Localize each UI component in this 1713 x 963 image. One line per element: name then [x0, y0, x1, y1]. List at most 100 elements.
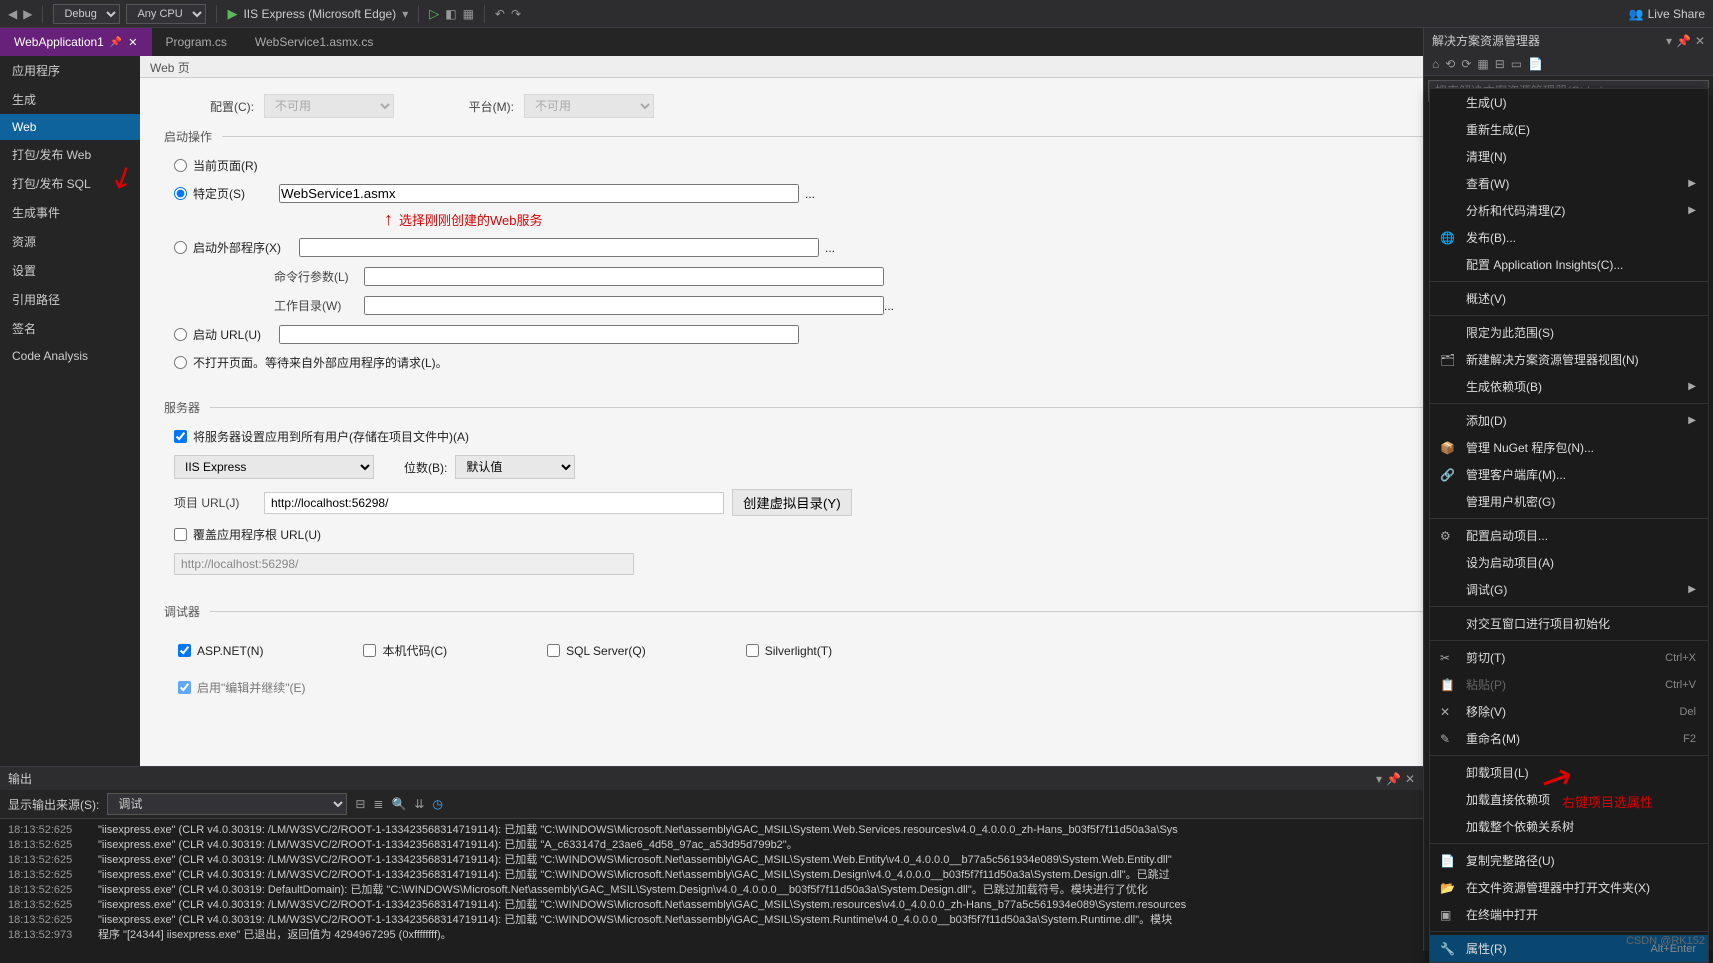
- menu-item[interactable]: 设为启动项目(A): [1430, 549, 1708, 576]
- nav-back-icon[interactable]: ◀: [8, 7, 17, 21]
- toolbar-icon-2[interactable]: ▦: [463, 7, 474, 21]
- redo-icon[interactable]: ↷: [511, 7, 521, 21]
- menu-item[interactable]: ▣在终端中打开: [1430, 901, 1708, 928]
- nav-item-web[interactable]: Web: [0, 114, 140, 140]
- menu-item[interactable]: 添加(D)▶: [1430, 407, 1708, 434]
- menu-item[interactable]: 清理(N): [1430, 143, 1708, 170]
- menu-item[interactable]: ✂剪切(T)Ctrl+X: [1430, 644, 1708, 671]
- menu-item[interactable]: 配置 Application Insights(C)...: [1430, 251, 1708, 278]
- chk-edit-continue[interactable]: [178, 681, 191, 694]
- menu-item[interactable]: 🌐发布(B)...: [1430, 224, 1708, 251]
- radio-no-open[interactable]: [174, 356, 187, 369]
- menu-item[interactable]: ✕移除(V)Del: [1430, 698, 1708, 725]
- play-icon[interactable]: ▶: [227, 6, 237, 22]
- output-timestamp-icon[interactable]: ◷: [432, 797, 442, 811]
- start-noDebug-icon[interactable]: ▷: [429, 6, 439, 22]
- server-type-select[interactable]: IIS Express: [174, 455, 374, 479]
- external-program-input[interactable]: [299, 238, 819, 257]
- autohide-icon[interactable]: 📌: [1676, 34, 1691, 48]
- undo-icon[interactable]: ↶: [495, 7, 505, 21]
- menu-item[interactable]: 生成(U): [1430, 89, 1708, 116]
- nav-item--[interactable]: 资源: [0, 227, 140, 256]
- toolbar-icon-1[interactable]: ◧: [445, 7, 456, 21]
- showall-icon[interactable]: ▦: [1477, 57, 1488, 71]
- viewcode-icon[interactable]: 📄: [1528, 57, 1543, 71]
- properties-icon[interactable]: ▭: [1511, 57, 1522, 71]
- chk-aspnet[interactable]: [178, 644, 191, 657]
- output-clear-icon[interactable]: ⊟: [355, 797, 365, 811]
- radio-specific-page[interactable]: [174, 187, 187, 200]
- collapse-icon[interactable]: ⊟: [1495, 57, 1505, 71]
- output-wrap-icon[interactable]: ≣: [373, 797, 383, 811]
- menu-item[interactable]: 📄复制完整路径(U): [1430, 847, 1708, 874]
- menu-item[interactable]: 📦管理 NuGet 程序包(N)...: [1430, 434, 1708, 461]
- output-autoscroll-icon[interactable]: ⇊: [414, 797, 424, 811]
- menu-item[interactable]: 管理用户机密(G): [1430, 488, 1708, 515]
- menu-item[interactable]: 概述(V): [1430, 285, 1708, 312]
- output-find-icon[interactable]: 🔍: [391, 797, 406, 811]
- run-target-dropdown-icon[interactable]: ▾: [402, 7, 408, 21]
- chk-sql[interactable]: [547, 644, 560, 657]
- workdir-browse-button[interactable]: ...: [884, 299, 894, 313]
- menu-item[interactable]: ✎重命名(M)F2: [1430, 725, 1708, 752]
- refresh-icon[interactable]: ⟳: [1461, 57, 1471, 71]
- nav-item--[interactable]: 生成: [0, 85, 140, 114]
- workdir-input[interactable]: [364, 296, 884, 315]
- close-icon[interactable]: ✕: [1695, 34, 1705, 48]
- chk-silverlight[interactable]: [746, 644, 759, 657]
- output-close-icon[interactable]: ✕: [1405, 772, 1415, 786]
- project-url-input[interactable]: [264, 492, 724, 514]
- menu-item[interactable]: 📂在文件资源管理器中打开文件夹(X): [1430, 874, 1708, 901]
- nav-item--sql[interactable]: 打包/发布 SQL: [0, 169, 140, 198]
- nav-item--[interactable]: 引用路径: [0, 285, 140, 314]
- menu-item[interactable]: 查看(W)▶: [1430, 170, 1708, 197]
- tab-program-cs[interactable]: Program.cs: [152, 28, 241, 56]
- output-pin-icon[interactable]: 📌: [1386, 772, 1401, 786]
- specific-page-browse-button[interactable]: ...: [805, 187, 815, 201]
- live-share-button[interactable]: 👥 Live Share: [1629, 7, 1705, 21]
- pin-icon[interactable]: 📌: [110, 37, 122, 48]
- external-program-browse-button[interactable]: ...: [825, 241, 835, 255]
- menu-item[interactable]: 生成依赖项(B)▶: [1430, 373, 1708, 400]
- radio-external-program[interactable]: [174, 241, 187, 254]
- menu-item[interactable]: 限定为此范围(S): [1430, 319, 1708, 346]
- pin-icon[interactable]: ▾: [1666, 34, 1672, 48]
- cmdline-args-input[interactable]: [364, 267, 884, 286]
- menu-item[interactable]: 🔗管理客户端库(M)...: [1430, 461, 1708, 488]
- config-dropdown[interactable]: Debug: [53, 4, 120, 24]
- nav-item--[interactable]: 应用程序: [0, 56, 140, 85]
- nav-item--web[interactable]: 打包/发布 Web: [0, 140, 140, 169]
- nav-item-code-analysis[interactable]: Code Analysis: [0, 343, 140, 369]
- menu-item[interactable]: 🗂新建解决方案资源管理器视图(N): [1430, 346, 1708, 373]
- specific-page-input[interactable]: [279, 184, 799, 203]
- output-dropdown-icon[interactable]: ▾: [1376, 772, 1382, 786]
- menu-item[interactable]: ⚙配置启动项目...: [1430, 522, 1708, 549]
- tab-webservice1-asmx-cs[interactable]: WebService1.asmx.cs: [241, 28, 387, 56]
- start-url-input[interactable]: [279, 325, 799, 344]
- nav-item--[interactable]: 签名: [0, 314, 140, 343]
- close-icon[interactable]: ✕: [128, 36, 137, 49]
- tab-webapplication1[interactable]: WebApplication1📌✕: [0, 28, 152, 56]
- chk-native[interactable]: [363, 644, 376, 657]
- menu-item[interactable]: 对交互窗口进行项目初始化: [1430, 610, 1708, 637]
- menu-item-label: 加载整个依赖关系树: [1466, 818, 1574, 835]
- sync-icon[interactable]: ⟲: [1445, 57, 1455, 71]
- menu-item[interactable]: 调试(G)▶: [1430, 576, 1708, 603]
- radio-start-url[interactable]: [174, 328, 187, 341]
- run-target[interactable]: IIS Express (Microsoft Edge): [243, 7, 396, 21]
- menu-item[interactable]: 重新生成(E): [1430, 116, 1708, 143]
- create-vdir-button[interactable]: 创建虚拟目录(Y): [732, 489, 852, 516]
- nav-item--[interactable]: 设置: [0, 256, 140, 285]
- radio-current-page[interactable]: [174, 159, 187, 172]
- output-source-select[interactable]: 调试: [107, 793, 347, 815]
- bitness-select[interactable]: 默认值: [455, 455, 575, 479]
- menu-item[interactable]: 分析和代码清理(Z)▶: [1430, 197, 1708, 224]
- home-icon[interactable]: ⌂: [1432, 57, 1439, 71]
- chk-override-root[interactable]: [174, 528, 187, 541]
- nav-fwd-icon[interactable]: ▶: [23, 7, 32, 21]
- nav-item--[interactable]: 生成事件: [0, 198, 140, 227]
- menu-item[interactable]: 卸载项目(L): [1430, 759, 1708, 786]
- platform-dropdown[interactable]: Any CPU: [126, 4, 206, 24]
- menu-item[interactable]: 加载整个依赖关系树: [1430, 813, 1708, 840]
- chk-apply-all-users[interactable]: [174, 430, 187, 443]
